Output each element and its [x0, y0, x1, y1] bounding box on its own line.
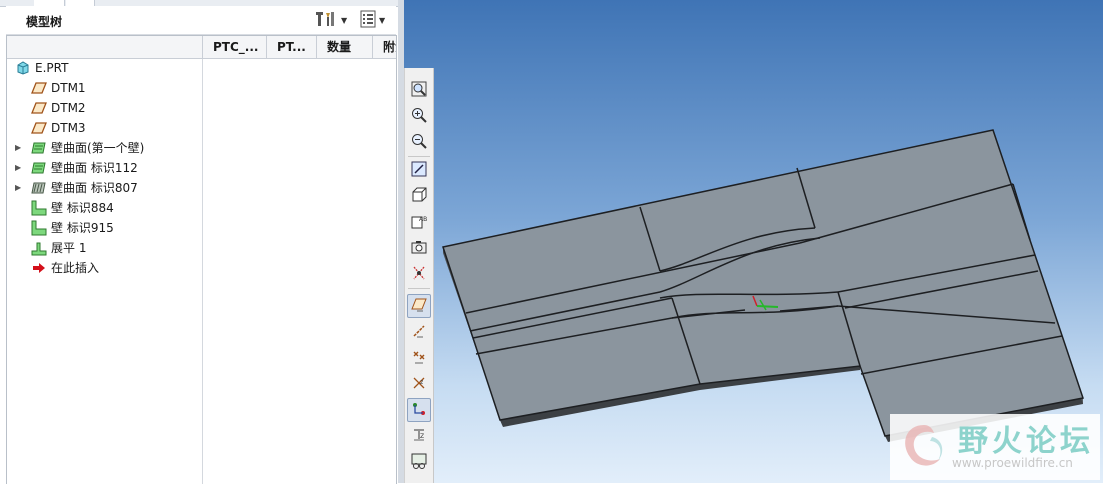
repaint-icon: [411, 161, 427, 180]
appearance-button[interactable]: [407, 450, 431, 474]
screenshot-icon: [411, 239, 427, 258]
tree-item-label: 壁 标识915: [51, 221, 114, 235]
insert-here-icon: [31, 260, 47, 276]
expand-arrow-icon[interactable]: ▶: [15, 178, 31, 198]
tree-item[interactable]: ▶ 壁曲面 标识807: [15, 178, 138, 198]
datum-plane-icon: [31, 120, 47, 136]
toolbar-separator: [408, 288, 430, 289]
tree-item-label: E.PRT: [35, 61, 69, 75]
model-tree-header: 模型树 ▼ ▼: [6, 6, 396, 35]
toolbar-separator: [408, 156, 430, 157]
model-tree-panel: 模型树 ▼ ▼ PTC_... PT... 数量 附 E.PRT DTM1 DT…: [0, 0, 398, 484]
zoom-out-icon: [411, 133, 427, 152]
chevron-down-icon: ▼: [341, 15, 348, 25]
tree-item-label: 展平 1: [51, 241, 87, 255]
datum-axis-display-button[interactable]: [407, 320, 431, 344]
datum-plane-icon: [31, 80, 47, 96]
model-tree: PTC_... PT... 数量 附注 E.PRT DTM1 DT: [6, 35, 397, 484]
tree-item-label: 壁曲面 标识807: [51, 181, 138, 195]
watermark-title: 野火论坛: [958, 424, 1094, 459]
sheetmetal-model: [442, 129, 1084, 442]
column-header-row: PTC_... PT... 数量 附注: [7, 36, 396, 59]
datum-plane-display-button[interactable]: [407, 294, 431, 318]
part-icon: [15, 60, 31, 76]
tree-item[interactable]: ▶ 壁曲面(第一个壁): [15, 138, 144, 158]
tree-item[interactable]: ▶ 壁曲面 标识112: [15, 158, 138, 178]
display-style-button[interactable]: [407, 262, 431, 286]
flat-wall-icon: [31, 200, 47, 216]
panel-title: 模型树: [26, 15, 63, 29]
flat-wall-icon: [31, 220, 47, 236]
forum-watermark: 野火论坛 www.proewildfire.cn: [890, 414, 1100, 480]
screenshot-button[interactable]: [407, 236, 431, 260]
spin-center-button[interactable]: Z: [407, 424, 431, 448]
svg-text:AB: AB: [419, 216, 427, 223]
tree-item-label: 在此插入: [51, 261, 100, 275]
zoom-in-icon: [411, 107, 427, 126]
tree-item[interactable]: 展平 1: [21, 238, 86, 258]
view-toolbar: AB z Z: [404, 68, 434, 483]
csys-display-icon: z: [411, 375, 427, 394]
watermark-url: www.proewildfire.cn: [952, 456, 1073, 470]
tree-item-label: 壁曲面 标识112: [51, 161, 138, 175]
tree-item-label: DTM2: [51, 101, 86, 115]
sheet-top-face[interactable]: [442, 129, 1084, 437]
wall-surface-icon: [31, 180, 47, 196]
show-button[interactable]: ▼: [360, 10, 385, 30]
column-header[interactable]: 数量: [316, 36, 372, 58]
watermark-logo-icon: [905, 425, 943, 466]
expand-arrow-icon[interactable]: ▶: [15, 158, 31, 178]
settings-icon: [316, 10, 338, 31]
tree-item[interactable]: DTM3: [21, 118, 86, 138]
wall-surface-icon: [31, 160, 47, 176]
tree-item[interactable]: 壁 标识884: [21, 198, 114, 218]
csys-display-button[interactable]: z: [407, 372, 431, 396]
svg-text:z: z: [420, 379, 423, 386]
column-divider: [202, 59, 203, 484]
tree-item-label: DTM3: [51, 121, 86, 135]
annotation-display-button[interactable]: [407, 398, 431, 422]
tree-item-label: 壁 标识884: [51, 201, 114, 215]
column-header[interactable]: PT...: [266, 36, 316, 58]
column-header[interactable]: PTC_...: [202, 36, 266, 58]
column-header[interactable]: 附注: [372, 36, 396, 58]
expand-arrow-icon[interactable]: ▶: [15, 138, 31, 158]
saved-views-button[interactable]: AB: [407, 210, 431, 234]
tree-item[interactable]: 在此插入: [21, 258, 99, 278]
refit-button[interactable]: [407, 78, 431, 102]
settings-button[interactable]: ▼: [316, 10, 347, 30]
tree-item[interactable]: 壁 标识915: [21, 218, 114, 238]
point-display-icon: [411, 349, 427, 368]
tree-item[interactable]: DTM2: [21, 98, 86, 118]
display-style-icon: [411, 265, 427, 284]
tree-item[interactable]: E.PRT: [11, 58, 68, 78]
saved-views-icon: AB: [411, 213, 427, 232]
view-orientation-button[interactable]: [407, 184, 431, 208]
annotation-display-icon: [411, 401, 427, 420]
zoom-in-button[interactable]: [407, 104, 431, 128]
zoom-out-button[interactable]: [407, 130, 431, 154]
chevron-down-icon: ▼: [379, 15, 386, 25]
tree-item-label: DTM1: [51, 81, 86, 95]
point-display-button[interactable]: [407, 346, 431, 370]
unbend-icon: [31, 240, 47, 256]
show-icon: [360, 10, 376, 31]
tree-item[interactable]: DTM1: [21, 78, 86, 98]
datum-axis-display-icon: [411, 323, 427, 342]
svg-text:Z: Z: [420, 433, 424, 440]
graphics-window[interactable]: [398, 0, 1103, 483]
view-orientation-icon: [411, 187, 427, 206]
appearance-icon: [411, 453, 427, 472]
spin-center-icon: Z: [411, 427, 427, 446]
tree-item-label: 壁曲面(第一个壁): [51, 141, 145, 155]
datum-plane-display-icon: [411, 297, 427, 316]
repaint-button[interactable]: [407, 158, 431, 182]
wall-surface-icon: [31, 140, 47, 156]
datum-plane-icon: [31, 100, 47, 116]
refit-icon: [411, 81, 427, 100]
